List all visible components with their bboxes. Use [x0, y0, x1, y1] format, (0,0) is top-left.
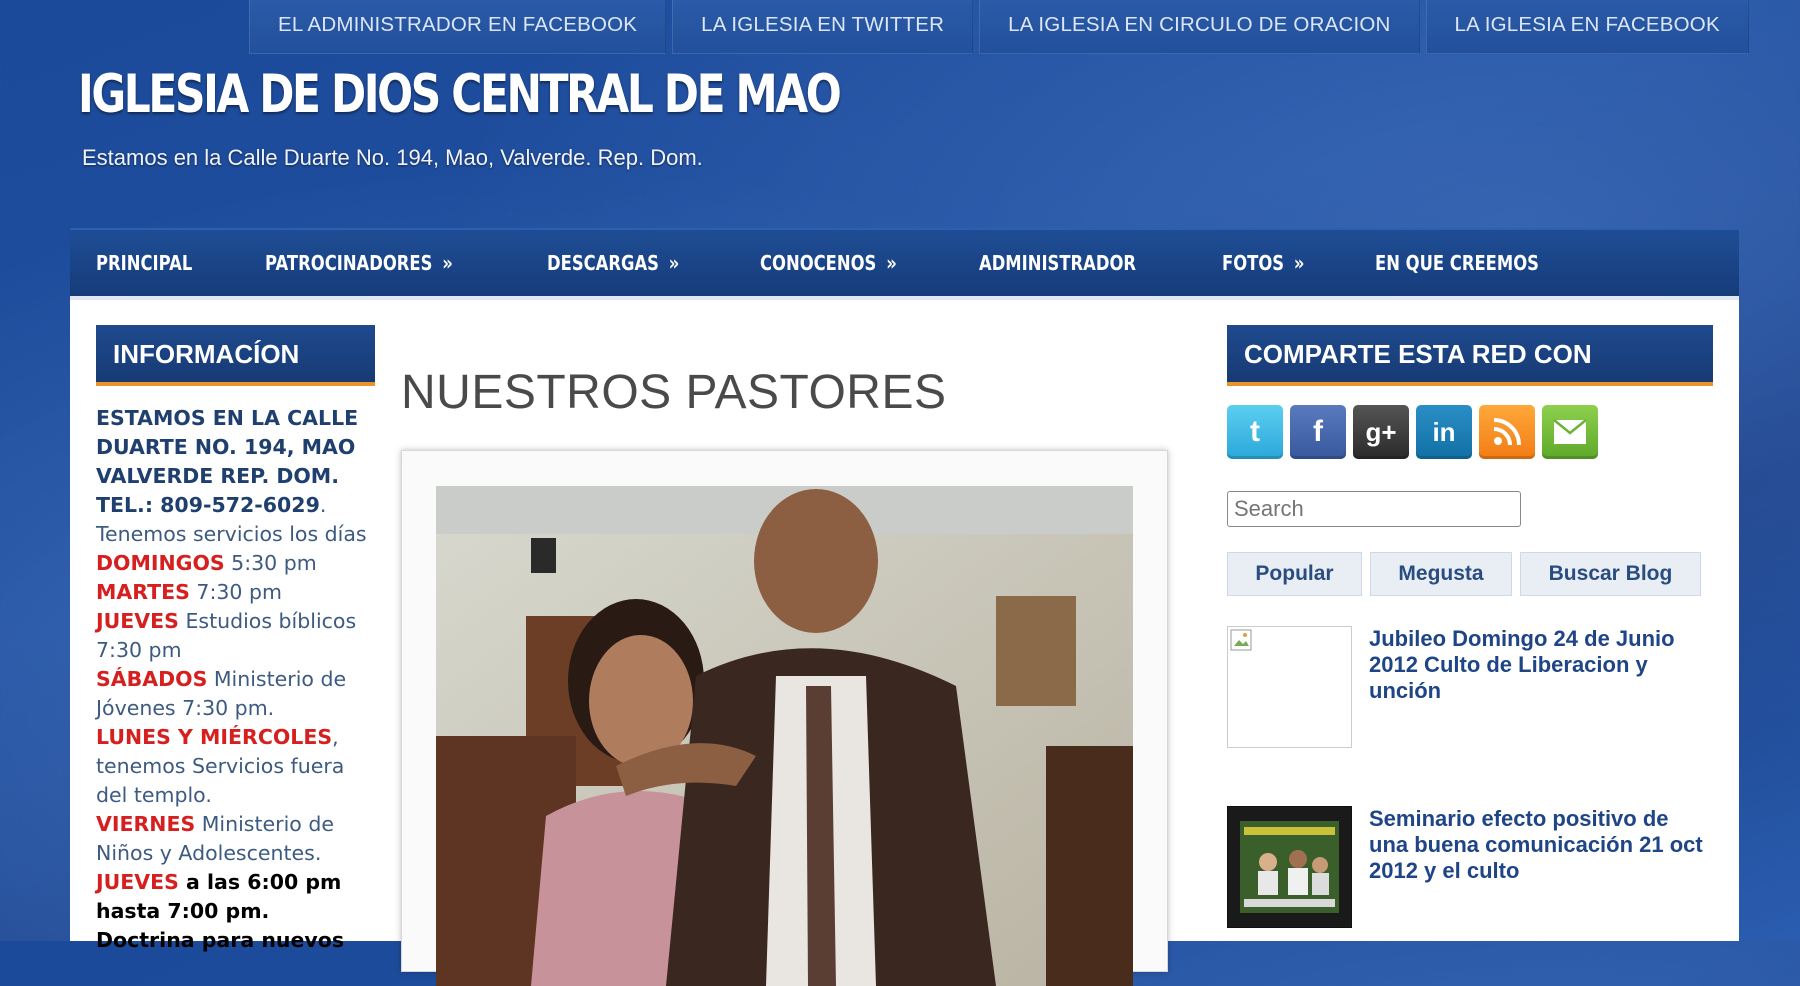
broken-image-icon — [1230, 629, 1252, 651]
info-widget-title: INFORMACÍON — [96, 325, 375, 386]
service-martes: MARTES 7:30 pm — [96, 578, 375, 607]
post-thumbnail[interactable] — [1227, 626, 1352, 748]
seminar-thumbnail-image — [1240, 821, 1339, 913]
email-icon[interactable] — [1542, 405, 1598, 459]
nav-conocenos[interactable]: CONOCENOS » — [760, 251, 897, 275]
tab-megusta[interactable]: Megusta — [1370, 552, 1512, 596]
day-label: JUEVES — [96, 609, 179, 633]
top-link-circulo-oracion[interactable]: LA IGLESIA EN CIRCULO DE ORACION — [979, 0, 1420, 54]
address-text: ESTAMOS EN LA CALLE DUARTE NO. 194, MAO … — [96, 406, 359, 488]
pastors-photo[interactable] — [436, 486, 1133, 986]
nav-label: EN QUE CREEMOS — [1375, 251, 1539, 275]
day-text: 5:30 pm — [224, 551, 317, 575]
popular-post: Jubileo Domingo 24 de Junio 2012 Culto d… — [1227, 626, 1713, 748]
nav-label: FOTOS — [1222, 251, 1285, 275]
service-viernes: VIERNES Ministerio de Niños y Adolescent… — [96, 810, 375, 868]
content-panel: INFORMACÍON ESTAMOS EN LA CALLE DUARTE N… — [70, 300, 1739, 986]
day-label: VIERNES — [96, 812, 196, 836]
pastors-photo-illustration — [436, 486, 1133, 986]
site-title[interactable]: IGLESIA DE DIOS CENTRAL DE MAO — [78, 64, 842, 125]
day-text: 7:30 pm — [189, 580, 282, 604]
phone-period: . — [319, 493, 327, 517]
info-phone: TEL.: 809-572-6029. — [96, 491, 375, 520]
nav-label: PATROCINADORES — [265, 251, 433, 275]
twitter-icon[interactable]: t — [1227, 405, 1283, 459]
tab-buscar-blog[interactable]: Buscar Blog — [1520, 552, 1701, 596]
social-icons: t f g+ in — [1227, 405, 1713, 459]
post-thumbnail[interactable] — [1227, 806, 1352, 928]
nav-fotos[interactable]: FOTOS » — [1222, 251, 1305, 275]
post-link[interactable]: Seminario efecto positivo de una buena c… — [1369, 806, 1713, 928]
blog-tabs: Popular Megusta Buscar Blog — [1227, 552, 1713, 596]
submenu-arrow-icon: » — [668, 251, 679, 275]
service-domingos: DOMINGOS 5:30 pm — [96, 549, 375, 578]
nav-descargas[interactable]: DESCARGAS » — [547, 251, 679, 275]
nav-en-que-creemos[interactable]: EN QUE CREEMOS — [1375, 251, 1539, 275]
day-label: LUNES Y MIÉRCOLES — [96, 725, 333, 749]
photo-frame — [401, 450, 1168, 986]
nav-principal[interactable]: PRINCIPAL — [96, 251, 192, 275]
post-link[interactable]: Jubileo Domingo 24 de Junio 2012 Culto d… — [1369, 626, 1713, 748]
nav-label: PRINCIPAL — [96, 251, 193, 275]
share-widget-title: COMPARTE ESTA RED CON — [1227, 325, 1713, 386]
day-label: JUEVES — [96, 870, 179, 894]
top-links-bar: EL ADMINISTRADOR EN FACEBOOK LA IGLESIA … — [249, 0, 1755, 54]
linkedin-icon[interactable]: in — [1416, 405, 1472, 459]
facebook-icon[interactable]: f — [1290, 405, 1346, 459]
right-sidebar: COMPARTE ESTA RED CON t f g+ in Popular … — [1227, 325, 1713, 928]
google-plus-icon[interactable]: g+ — [1353, 405, 1409, 459]
nav-label: ADMINISTRADOR — [978, 251, 1136, 275]
services-intro: Tenemos servicios los días — [96, 522, 367, 546]
top-link-iglesia-facebook[interactable]: LA IGLESIA EN FACEBOOK — [1425, 0, 1749, 54]
service-sabados: SÁBADOS Ministerio de Jóvenes 7:30 pm. — [96, 665, 375, 723]
nav-label: CONOCENOS — [759, 251, 877, 275]
info-widget-body: ESTAMOS EN LA CALLE DUARTE NO. 194, MAO … — [96, 404, 375, 955]
service-jueves-doctrina: JUEVES a las 6:00 pm hasta 7:00 pm. — [96, 868, 375, 926]
service-lunes-miercoles: LUNES Y MIÉRCOLES, tenemos Servicios fue… — [96, 723, 375, 810]
search-input[interactable] — [1227, 491, 1521, 527]
rss-glyph — [1493, 418, 1521, 446]
nav-administrador[interactable]: ADMINISTRADOR — [979, 251, 1136, 275]
nav-label: DESCARGAS — [546, 251, 659, 275]
popular-post: Seminario efecto positivo de una buena c… — [1227, 806, 1713, 928]
top-link-admin-facebook[interactable]: EL ADMINISTRADOR EN FACEBOOK — [249, 0, 667, 54]
rss-icon[interactable] — [1479, 405, 1535, 459]
day-label: DOMINGOS — [96, 551, 225, 575]
site-description: Estamos en la Calle Duarte No. 194, Mao,… — [82, 145, 703, 170]
email-glyph — [1553, 419, 1587, 444]
top-link-twitter[interactable]: LA IGLESIA EN TWITTER — [672, 0, 974, 54]
service-jueves: JUEVES Estudios bíblicos 7:30 pm — [96, 607, 375, 665]
submenu-arrow-icon: » — [442, 251, 454, 275]
post-title[interactable]: NUESTROS PASTORES — [401, 365, 947, 420]
tab-popular[interactable]: Popular — [1227, 552, 1362, 596]
phone-text: TEL.: 809-572-6029 — [96, 493, 320, 517]
main-nav: PRINCIPAL PATROCINADORES » DESCARGAS » CON… — [70, 228, 1739, 296]
day-label: MARTES — [96, 580, 190, 604]
submenu-arrow-icon: » — [886, 251, 897, 275]
submenu-arrow-icon: » — [1294, 251, 1305, 275]
left-sidebar: INFORMACÍON ESTAMOS EN LA CALLE DUARTE N… — [96, 325, 375, 955]
nav-patrocinadores[interactable]: PATROCINADORES » — [265, 251, 453, 275]
day-label: SÁBADOS — [96, 667, 208, 691]
info-address: ESTAMOS EN LA CALLE DUARTE NO. 194, MAO … — [96, 404, 375, 491]
